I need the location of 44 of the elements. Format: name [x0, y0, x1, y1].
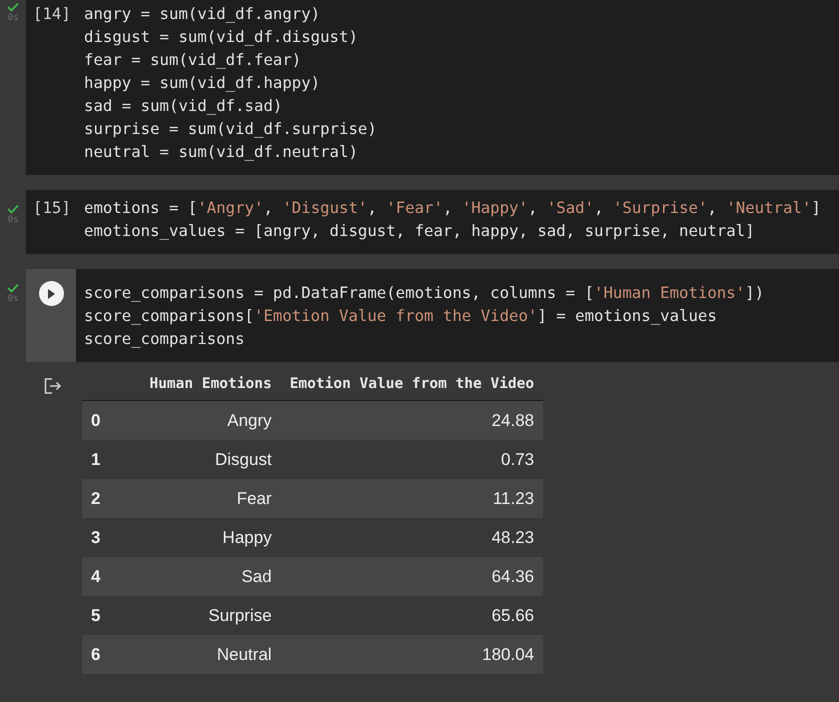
- code-line: fear = sum(vid_df.fear): [84, 49, 302, 71]
- code-cell[interactable]: [15] emotions = ['Angry', 'Disgust', 'Fear', 'Happy', 'Sad', 'Surprise', 'Neutral'] emotions_values = [angry, disgust, fear, happy, sad, surprise, neutral]: [26, 190, 839, 254]
- code-line: emotions_values = [angry, disgust, fear, happy, sad, surprise, neutral]: [84, 220, 756, 242]
- table-cell: 48.23: [280, 518, 544, 557]
- table-cell: 65.66: [280, 596, 544, 635]
- row-index: 0: [82, 400, 140, 440]
- code-line: score_comparisons['Emotion Value from the Video'] = emotions_values: [84, 305, 718, 327]
- table-cell: Fear: [140, 479, 281, 518]
- table-cell: 180.04: [280, 635, 544, 674]
- table-cell: 64.36: [280, 557, 544, 596]
- table-cell: Happy: [140, 518, 281, 557]
- table-cell: Sad: [140, 557, 281, 596]
- row-index: 6: [82, 635, 140, 674]
- table-cell: 24.88: [280, 400, 544, 440]
- table-cell: Surprise: [140, 596, 281, 635]
- check-icon: [7, 283, 19, 293]
- row-index: 2: [82, 479, 140, 518]
- output-icon[interactable]: [44, 378, 62, 394]
- execution-count: [14]: [32, 3, 71, 25]
- code-cell[interactable]: score_comparisons = pd.DataFrame(emotions, columns = ['Human Emotions']) score_comparisons['Emotion Value from the Video'] = emotions_values score_comparisons: [26, 269, 839, 362]
- table-cell: 11.23: [280, 479, 544, 518]
- check-icon: [7, 2, 19, 12]
- table-cell: Neutral: [140, 635, 281, 674]
- code-line: score_comparisons = pd.DataFrame(emotions, columns = ['Human Emotions']): [84, 282, 764, 304]
- table-cell: Angry: [140, 400, 281, 440]
- row-index: 3: [82, 518, 140, 557]
- code-line: happy = sum(vid_df.happy): [84, 72, 322, 94]
- table-cell: 0.73: [280, 440, 544, 479]
- row-index: 5: [82, 596, 140, 635]
- check-icon: [7, 204, 19, 214]
- code-line: surprise = sum(vid_df.surprise): [84, 118, 377, 140]
- play-icon: [46, 288, 56, 300]
- row-index: 4: [82, 557, 140, 596]
- code-line: angry = sum(vid_df.angry): [84, 3, 322, 25]
- code-cell[interactable]: [14] angry = sum(vid_df.angry) disgust = sum(vid_df.disgust) fear = sum(vid_df.fear) happy = sum(vid_df.happy) sad = sum(vid_df.sad) surprise = sum(vid_df.surprise) neutral = sum(vid_df.neutral): [26, 0, 839, 175]
- row-index: 1: [82, 440, 140, 479]
- code-line: sad = sum(vid_df.sad): [84, 95, 284, 117]
- table-cell: Disgust: [140, 440, 281, 479]
- execution-count: [15]: [32, 197, 71, 219]
- code-line: disgust = sum(vid_df.disgust): [84, 26, 359, 48]
- code-line: emotions = ['Angry', 'Disgust', 'Fear', 'Happy', 'Sad', 'Surprise', 'Neutral']: [84, 197, 821, 219]
- run-button[interactable]: [38, 281, 64, 306]
- code-line: neutral = sum(vid_df.neutral): [84, 141, 359, 163]
- code-line: score_comparisons: [84, 328, 246, 350]
